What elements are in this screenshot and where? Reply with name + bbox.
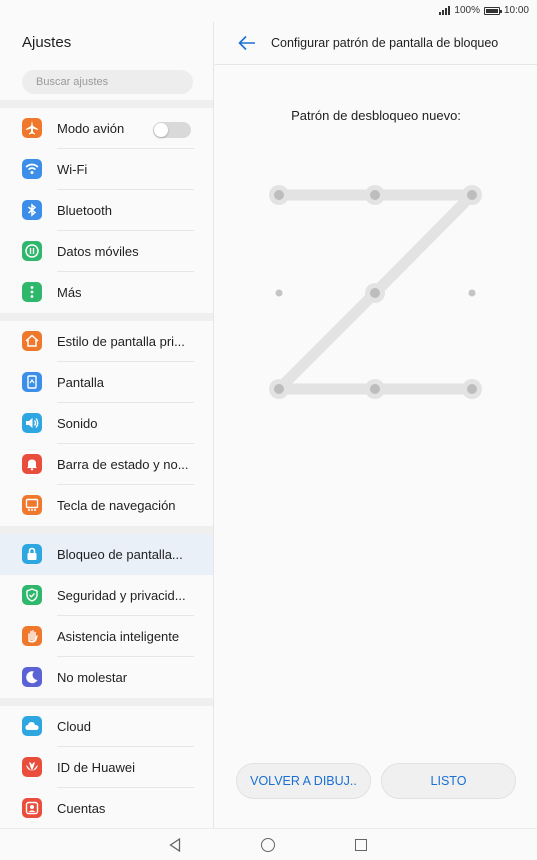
sidebar-item-home-screen-style[interactable]: Estilo de pantalla pri... (0, 321, 213, 362)
nav-back-icon[interactable] (169, 838, 181, 852)
sidebar-item-label: Seguridad y privacid... (57, 588, 186, 603)
clock: 10:00 (503, 5, 529, 16)
sidebar-item-mobile-data[interactable]: Datos móviles (0, 231, 213, 272)
section-divider (0, 526, 213, 534)
sidebar-item-label: Modo avión (57, 121, 125, 136)
shield-icon (22, 585, 42, 605)
unlock-pattern-grid[interactable] (215, 22, 537, 828)
settings-list-pane: Ajustes Buscar ajustes Modo avión Wi-Fi … (0, 22, 214, 828)
sidebar-item-label: Sonido (57, 416, 98, 431)
sidebar-item-label: Cloud (57, 719, 91, 734)
sidebar-item-label: Tecla de navegación (57, 498, 176, 513)
sidebar-item-bluetooth[interactable]: Bluetooth (0, 190, 213, 231)
sidebar-item-security-privacy[interactable]: Seguridad y privacid... (0, 575, 213, 616)
sidebar-item-accounts[interactable]: Cuentas (0, 788, 213, 828)
pattern-dot-8[interactable] (370, 384, 380, 394)
more-icon (22, 282, 42, 302)
sidebar-item-label: Datos móviles (57, 244, 139, 259)
battery-percent: 100% (454, 5, 480, 16)
pattern-dot-6[interactable] (468, 289, 476, 297)
sidebar-item-huawei-id[interactable]: ID de Huawei (0, 747, 213, 788)
pattern-dot-7[interactable] (274, 384, 284, 394)
pattern-dot-3[interactable] (467, 190, 477, 200)
pattern-dot-4[interactable] (275, 289, 283, 297)
moon-icon (22, 667, 42, 687)
signal-icon (439, 6, 451, 15)
sound-icon (22, 413, 42, 433)
home-style-icon (22, 331, 42, 351)
sidebar-item-more[interactable]: Más (0, 272, 213, 313)
sidebar-item-label: Estilo de pantalla pri... (57, 334, 185, 349)
sidebar-item-smart-assistance[interactable]: Asistencia inteligente (0, 616, 213, 657)
bluetooth-icon (22, 200, 42, 220)
airplane-icon (22, 118, 42, 138)
pattern-dot-1[interactable] (274, 190, 284, 200)
nav-recent-apps-icon[interactable] (355, 839, 367, 851)
status-bar: 100% 10:00 (0, 0, 537, 22)
sidebar-item-airplane-mode[interactable]: Modo avión (0, 108, 213, 149)
airplane-mode-toggle[interactable] (153, 122, 191, 138)
done-button[interactable]: LISTO (381, 763, 516, 799)
sidebar-item-wifi[interactable]: Wi-Fi (0, 149, 213, 190)
section-divider (0, 698, 213, 706)
nav-home-icon[interactable] (261, 838, 275, 852)
sidebar-item-screen-lock[interactable]: Bloqueo de pantalla... (0, 534, 213, 575)
sidebar-item-navigation-key[interactable]: Tecla de navegación (0, 485, 213, 526)
sidebar-item-label: Cuentas (57, 801, 106, 816)
sidebar-item-label: Asistencia inteligente (57, 629, 180, 644)
display-icon (22, 372, 42, 392)
sidebar-item-label: Bluetooth (57, 203, 112, 218)
sidebar-item-label: ID de Huawei (57, 760, 136, 775)
notification-icon (22, 454, 42, 474)
settings-title: Ajustes (22, 34, 72, 51)
navigation-bar (0, 828, 537, 860)
pattern-dot-2[interactable] (370, 190, 380, 200)
section-divider (0, 313, 213, 321)
pattern-dot-9[interactable] (467, 384, 477, 394)
sidebar-item-label: Barra de estado y no... (57, 457, 189, 472)
sidebar-item-do-not-disturb[interactable]: No molestar (0, 657, 213, 698)
account-icon (22, 798, 42, 818)
sidebar-item-label: Más (57, 285, 82, 300)
cloud-icon (22, 716, 42, 736)
navigation-key-icon (22, 495, 42, 515)
pattern-setup-pane: Configurar patrón de pantalla de bloqueo… (215, 22, 537, 828)
lock-icon (22, 544, 42, 564)
redraw-button[interactable]: VOLVER A DIBUJ.. (236, 763, 371, 799)
sidebar-item-label: Wi-Fi (57, 162, 88, 177)
hand-icon (22, 626, 42, 646)
sidebar-item-sound[interactable]: Sonido (0, 403, 213, 444)
huawei-icon (22, 757, 42, 777)
mobile-data-icon (22, 241, 42, 261)
sidebar-item-status-bar[interactable]: Barra de estado y no... (0, 444, 213, 485)
pattern-dot-5[interactable] (370, 288, 380, 298)
sidebar-item-label: Pantalla (57, 375, 104, 390)
sidebar-item-label: No molestar (57, 670, 128, 685)
section-divider (0, 100, 213, 108)
sidebar-item-label: Bloqueo de pantalla... (57, 547, 183, 562)
search-input[interactable]: Buscar ajustes (22, 70, 193, 94)
sidebar-item-display[interactable]: Pantalla (0, 362, 213, 403)
sidebar-item-cloud[interactable]: Cloud (0, 706, 213, 747)
battery-icon (483, 6, 502, 15)
status-indicators: 100% 10:00 (439, 5, 529, 16)
wifi-icon (22, 159, 42, 179)
